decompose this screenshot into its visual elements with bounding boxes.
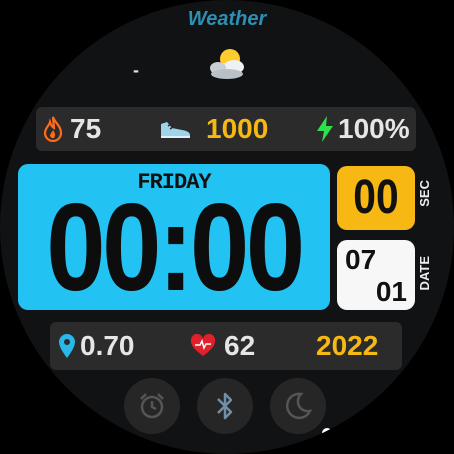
alarm-icon bbox=[137, 391, 167, 421]
indicator-dot bbox=[23, 100, 33, 110]
shoe-icon bbox=[158, 118, 192, 140]
location-pin-icon bbox=[58, 333, 76, 359]
distance-stat[interactable]: 0.70 bbox=[58, 322, 135, 370]
date-month: 07 bbox=[345, 244, 377, 275]
heart-rate-value: 62 bbox=[224, 330, 256, 361]
flame-icon bbox=[42, 116, 64, 142]
battery-value: 100% bbox=[338, 113, 410, 144]
watch-face: Weather - 75 1000 100% FRIDAY 00:00 00 S… bbox=[0, 0, 454, 454]
do-not-disturb-button[interactable] bbox=[270, 378, 326, 434]
year-stat: 2022 bbox=[316, 322, 378, 370]
indicator-dot bbox=[40, 368, 50, 378]
alarm-button[interactable] bbox=[124, 378, 180, 434]
calories-value: 75 bbox=[70, 113, 102, 144]
stats-bar: 75 1000 100% bbox=[36, 107, 416, 151]
weather-title: Weather bbox=[187, 8, 267, 30]
info-bar: 0.70 62 2022 bbox=[50, 322, 402, 370]
steps-value: 1000 bbox=[206, 113, 269, 144]
indicator-dot bbox=[322, 428, 332, 438]
time-display: 00:00 bbox=[46, 179, 305, 317]
distance-value: 0.70 bbox=[80, 330, 135, 361]
indicator-dot bbox=[94, 428, 104, 438]
time-panel[interactable]: FRIDAY 00:00 bbox=[18, 164, 330, 310]
bluetooth-button[interactable] bbox=[197, 378, 253, 434]
bluetooth-icon bbox=[212, 390, 238, 422]
date-label: DATE bbox=[417, 256, 432, 291]
lightning-icon bbox=[314, 115, 336, 143]
heart-rate-stat[interactable]: 62 bbox=[190, 322, 255, 370]
date-box[interactable]: 07 01 bbox=[337, 240, 415, 310]
calories-stat[interactable]: 75 bbox=[42, 107, 101, 151]
indicator-dot bbox=[402, 370, 412, 380]
steps-stat[interactable]: 1000 bbox=[158, 107, 268, 151]
seconds-value: 00 bbox=[353, 171, 399, 224]
seconds-box: 00 bbox=[337, 166, 415, 230]
date-day: 01 bbox=[375, 276, 407, 307]
battery-stat[interactable]: 100% bbox=[314, 107, 410, 151]
seconds-label: SEC bbox=[417, 180, 432, 207]
year-value: 2022 bbox=[316, 330, 379, 361]
indicator-dot bbox=[422, 100, 432, 110]
temperature-value: - bbox=[133, 60, 139, 80]
partly-cloudy-icon[interactable] bbox=[203, 44, 251, 84]
heart-icon bbox=[190, 334, 216, 358]
moon-icon bbox=[283, 391, 313, 421]
